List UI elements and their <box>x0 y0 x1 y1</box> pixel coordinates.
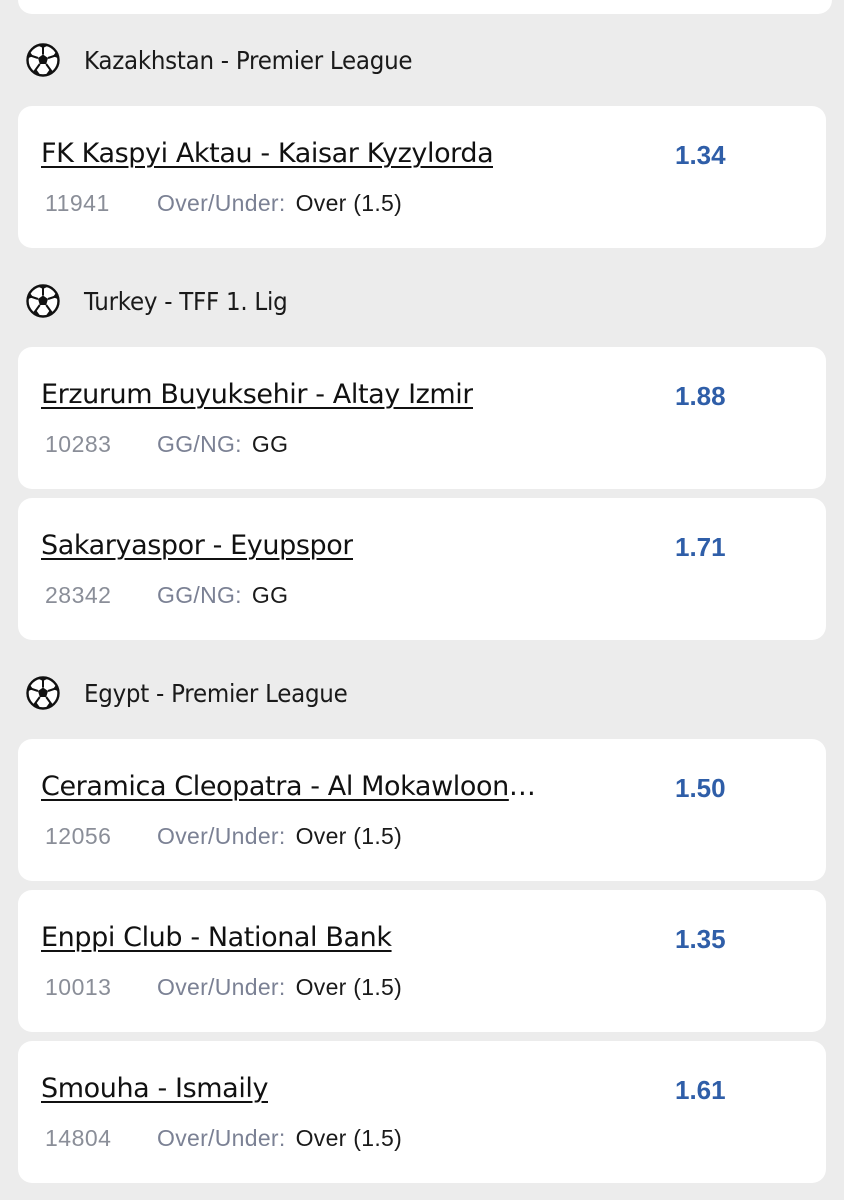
odds-value: 1.34 <box>675 140 726 170</box>
league-header: Egypt - Premier League <box>26 673 370 713</box>
market-label: Over/Under: Over (1.5) <box>157 1125 402 1152</box>
odds-value: 1.50 <box>675 773 726 803</box>
odds-value: 1.71 <box>675 532 726 562</box>
market-label: Over/Under: Over (1.5) <box>157 190 402 217</box>
market-type: Over/Under: <box>157 823 286 849</box>
match-name-link[interactable]: Smouha - Ismaily <box>41 1073 268 1104</box>
event-code: 11941 <box>45 190 110 216</box>
bet-card[interactable]: Ceramica Cleopatra - Al Mokawloon Al… 1.… <box>18 739 826 881</box>
event-code: 10283 <box>45 431 112 457</box>
league-name: Egypt - Premier League <box>84 678 348 708</box>
market-label: Over/Under: Over (1.5) <box>157 823 402 850</box>
market-label: Over/Under: Over (1.5) <box>157 974 402 1001</box>
odds-value: 1.61 <box>675 1075 726 1105</box>
soccer-ball-icon <box>26 43 60 77</box>
pick-value: GG <box>251 431 289 457</box>
bet-card[interactable]: Enppi Club - National Bank 1.35 10013 Ov… <box>18 890 826 1032</box>
event-code: 28342 <box>45 582 112 608</box>
market-type: GG/NG: <box>157 431 242 457</box>
previous-card-bottom <box>18 0 832 14</box>
event-code: 10013 <box>45 974 112 1000</box>
market-type: Over/Under: <box>157 1125 286 1151</box>
odds-value: 1.35 <box>675 924 726 954</box>
pick-value: Over (1.5) <box>295 1125 403 1151</box>
bet-card[interactable]: Erzurum Buyuksehir - Altay Izmir 1.88 10… <box>18 347 826 489</box>
match-name-link[interactable]: Erzurum Buyuksehir - Altay Izmir <box>41 379 473 410</box>
market-type: Over/Under: <box>157 974 286 1000</box>
soccer-ball-icon <box>26 284 60 318</box>
match-name-link[interactable]: Ceramica Cleopatra - Al Mokawloon Al… <box>41 771 541 802</box>
bet-card[interactable]: Smouha - Ismaily 1.61 14804 Over/Under: O… <box>18 1041 826 1183</box>
pick-value: GG <box>251 582 289 608</box>
match-name-link[interactable]: Sakaryaspor - Eyupspor <box>41 530 353 561</box>
match-name-link[interactable]: Enppi Club - National Bank <box>41 922 392 953</box>
soccer-ball-icon <box>26 676 60 710</box>
league-header: Turkey - TFF 1. Lig <box>26 281 305 321</box>
market-label: GG/NG: GG <box>157 431 288 458</box>
league-name: Kazakhstan - Premier League <box>84 45 413 75</box>
league-header: Kazakhstan - Premier League <box>26 40 441 80</box>
event-code: 14804 <box>45 1125 112 1151</box>
pick-value: Over (1.5) <box>295 974 403 1000</box>
event-code: 12056 <box>45 823 112 849</box>
bet-card[interactable]: FK Kaspyi Aktau - Kaisar Kyzylorda 1.34 … <box>18 106 826 248</box>
market-type: GG/NG: <box>157 582 242 608</box>
bet-card[interactable]: Sakaryaspor - Eyupspor 1.71 28342 GG/NG:… <box>18 498 826 640</box>
pick-value: Over (1.5) <box>295 190 403 216</box>
league-name: Turkey - TFF 1. Lig <box>84 286 288 316</box>
pick-value: Over (1.5) <box>295 823 403 849</box>
market-type: Over/Under: <box>157 190 286 216</box>
match-name-link[interactable]: FK Kaspyi Aktau - Kaisar Kyzylorda <box>41 138 493 169</box>
odds-value: 1.88 <box>675 381 726 411</box>
market-label: GG/NG: GG <box>157 582 288 609</box>
